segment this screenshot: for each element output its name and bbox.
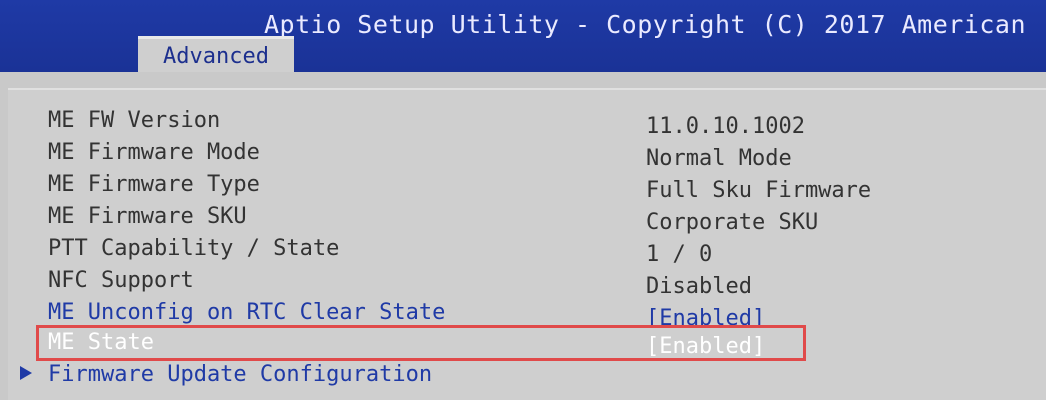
- ptt-capability-label: PTT Capability / State: [48, 236, 340, 261]
- ptt-capability-value: 1 / 0: [646, 242, 713, 267]
- row-me-fw-version: ME FW Version 11.0.10.1002: [8, 108, 1046, 140]
- row-me-firmware-type: ME Firmware Type Full Sku Firmware: [8, 172, 1046, 204]
- me-firmware-sku-label: ME Firmware SKU: [48, 204, 247, 229]
- me-fw-version-label: ME FW Version: [48, 108, 221, 133]
- me-firmware-mode-value: Normal Mode: [646, 146, 792, 171]
- me-fw-version-value: 11.0.10.1002: [646, 114, 805, 139]
- row-me-firmware-mode: ME Firmware Mode Normal Mode: [8, 140, 1046, 172]
- me-firmware-sku-value: Corporate SKU: [646, 210, 819, 235]
- me-firmware-type-label: ME Firmware Type: [48, 172, 260, 197]
- bios-header: Aptio Setup Utility - Copyright (C) 2017…: [0, 0, 1046, 72]
- tab-advanced[interactable]: Advanced: [138, 36, 294, 72]
- row-nfc-support: NFC Support Disabled: [8, 268, 1046, 300]
- row-me-firmware-sku: ME Firmware SKU Corporate SKU: [8, 204, 1046, 236]
- me-unconfig-rtc-label: ME Unconfig on RTC Clear State: [48, 300, 446, 325]
- row-ptt-capability: PTT Capability / State 1 / 0: [8, 236, 1046, 268]
- nfc-support-value: Disabled: [646, 274, 752, 299]
- submenu-arrow-icon: [20, 366, 32, 380]
- nfc-support-label: NFC Support: [48, 268, 194, 293]
- me-firmware-type-value: Full Sku Firmware: [646, 178, 872, 203]
- row-firmware-update-config[interactable]: Firmware Update Configuration: [8, 362, 1046, 394]
- selection-highlight-box: [36, 325, 806, 361]
- me-firmware-mode-label: ME Firmware Mode: [48, 140, 260, 165]
- firmware-update-config-label[interactable]: Firmware Update Configuration: [48, 362, 432, 387]
- bios-title: Aptio Setup Utility - Copyright (C) 2017…: [264, 10, 1027, 39]
